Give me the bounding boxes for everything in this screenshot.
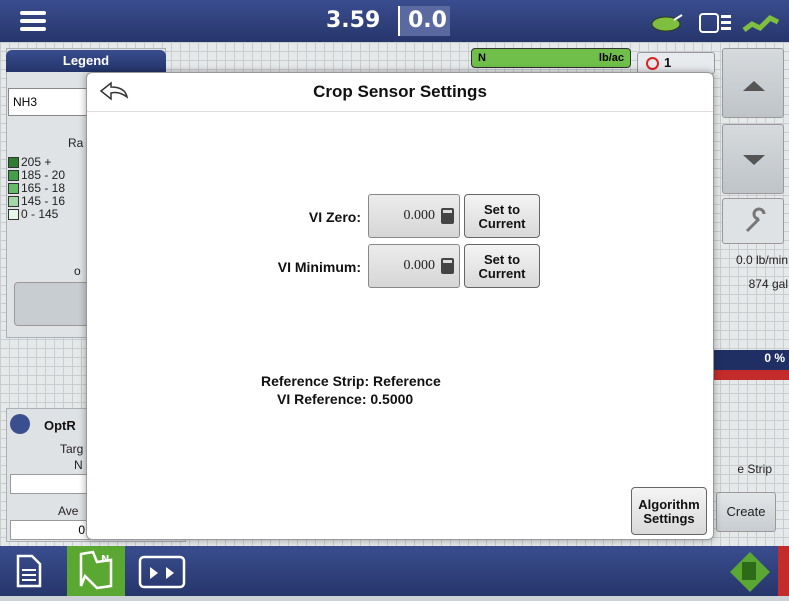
bottom-bar: N [0, 546, 789, 596]
reference-strip-text: Reference Strip: Reference [261, 373, 441, 389]
tank-volume: 874 gal [748, 277, 788, 291]
gps-status-icon [651, 13, 780, 33]
calculator-icon [441, 258, 454, 274]
run-screen-icon[interactable] [726, 548, 772, 594]
flow-rate: 0.0 lb/min [735, 253, 788, 267]
strip-label: e Strip [737, 462, 772, 476]
dialog-divider [87, 111, 713, 112]
crop-sensor-settings-dialog: Crop Sensor Settings VI Zero: 0.000 Set … [86, 72, 714, 540]
wrench-icon [745, 207, 766, 233]
calculator-icon [441, 208, 454, 224]
legend-row: 0 - 145 [8, 208, 65, 221]
optrx-title: OptR [44, 418, 76, 433]
secondary-readout: 0.0 [398, 6, 450, 36]
create-button[interactable]: Create [716, 492, 776, 532]
optrx-average-field[interactable]: 0 [10, 520, 90, 540]
optrx-average-label: Ave [58, 504, 79, 518]
menu-button[interactable] [6, 5, 60, 37]
rate-header: Ra [68, 136, 84, 150]
right-wrench-button[interactable] [722, 198, 784, 244]
optrx-target-label: Targ [60, 442, 84, 456]
legend-tab[interactable]: Legend [6, 50, 166, 72]
alarm-counter[interactable]: 1 [637, 52, 715, 74]
alarm-icon [646, 57, 659, 70]
vi-minimum-field[interactable]: 0.000 [368, 244, 460, 288]
vi-minimum-label: VI Minimum: [277, 259, 361, 275]
vi-zero-field[interactable]: 0.000 [368, 194, 460, 238]
vi-zero-label: VI Zero: [308, 209, 361, 225]
field-map-tab[interactable]: N [67, 546, 125, 596]
optrx-n-label: N [74, 458, 83, 472]
status-icons [648, 8, 784, 36]
up-arrow-button[interactable] [722, 48, 784, 118]
primary-readout: 3.59 [326, 8, 381, 33]
sync-icon [10, 414, 30, 434]
vi-minimum-set-current-button[interactable]: Set to Current [464, 244, 540, 288]
vi-zero-set-current-button[interactable]: Set to Current [464, 194, 540, 238]
alert-strip [778, 546, 789, 596]
nitrogen-rate-bar: N lb/ac [471, 48, 631, 68]
legend-small-label: o [74, 264, 81, 278]
svg-text:N: N [101, 554, 109, 565]
dialog-title: Crop Sensor Settings [313, 82, 487, 101]
document-icon[interactable] [10, 554, 46, 588]
down-arrow-icon [743, 155, 765, 165]
algorithm-settings-button[interactable]: Algorithm Settings [631, 487, 707, 535]
up-arrow-icon [743, 81, 765, 91]
down-arrow-button[interactable] [722, 124, 784, 194]
optrx-target-field[interactable] [10, 474, 90, 494]
product-select[interactable]: NH3 [8, 88, 88, 116]
legend-ranges: 205 + 185 - 20 165 - 18 145 - 16 0 - 145 [8, 156, 65, 221]
split-view-icon[interactable] [138, 555, 188, 589]
field-map-icon: N [79, 550, 113, 590]
vi-reference-text: VI Reference: 0.5000 [277, 391, 414, 407]
coverage-bar: 0 % [714, 350, 789, 380]
